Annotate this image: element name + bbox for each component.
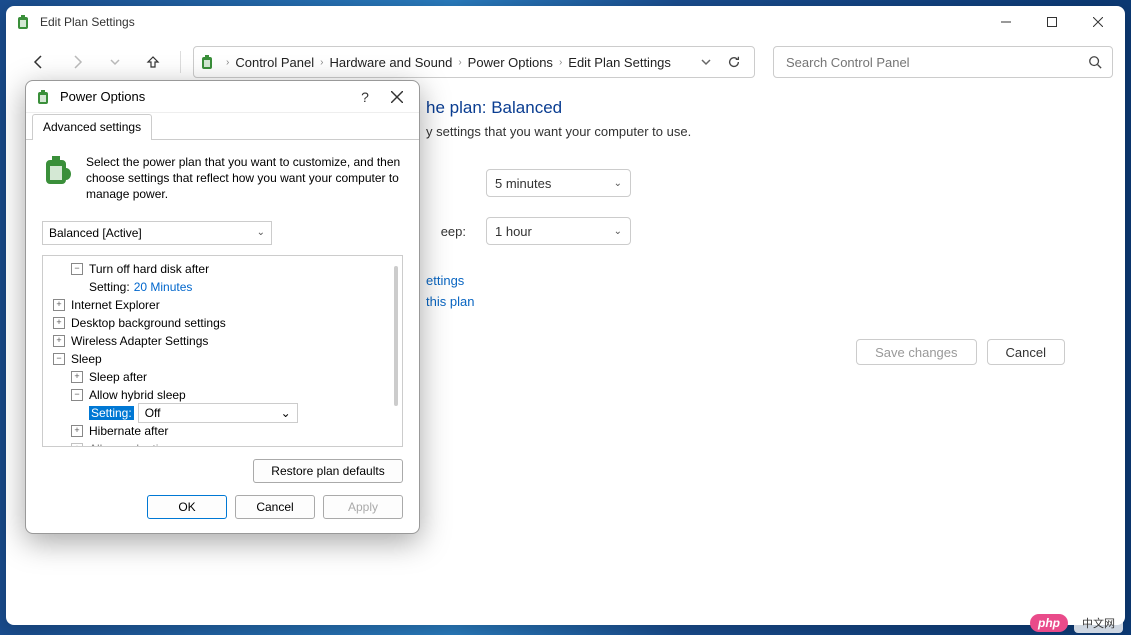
battery-icon <box>42 154 74 186</box>
breadcrumb-item[interactable]: Edit Plan Settings <box>564 55 675 70</box>
breadcrumb-item[interactable]: Control Panel <box>231 55 318 70</box>
sleep-timeout-row: eep: 1 hour ⌄ <box>426 217 1065 245</box>
watermark: php 中文网 <box>1030 613 1123 633</box>
help-button[interactable]: ? <box>349 83 381 111</box>
chevron-down-icon: ⌄ <box>614 226 622 237</box>
advanced-settings-link-row: ettings <box>426 273 1065 288</box>
cancel-button[interactable]: Cancel <box>987 339 1065 365</box>
expand-icon[interactable]: + <box>53 335 65 347</box>
expand-icon[interactable]: + <box>71 443 83 447</box>
tree-item-hybrid-sleep[interactable]: − Allow hybrid sleep <box>43 386 402 404</box>
page-subtitle: y settings that you want your computer t… <box>426 124 1065 139</box>
breadcrumb-item[interactable]: Hardware and Sound <box>325 55 456 70</box>
dialog-title: Power Options <box>60 89 349 104</box>
battery-icon <box>16 14 32 30</box>
tree-item-wireless[interactable]: + Wireless Adapter Settings <box>43 332 402 350</box>
dialog-body: Select the power plan that you want to c… <box>26 140 419 495</box>
dialog-close-button[interactable] <box>381 83 413 111</box>
chevron-down-icon: ⌄ <box>614 178 622 189</box>
refresh-button[interactable] <box>720 48 748 76</box>
nav-up-button[interactable] <box>138 47 168 77</box>
settings-tree[interactable]: − Turn off hard disk after Setting: 20 M… <box>42 255 403 447</box>
watermark-brand: php <box>1030 614 1068 632</box>
dialog-description-text: Select the power plan that you want to c… <box>86 154 403 203</box>
apply-button[interactable]: Apply <box>323 495 403 519</box>
dialog-titlebar: Power Options ? <box>26 81 419 113</box>
advanced-settings-link[interactable]: ettings <box>426 273 464 288</box>
restore-defaults-link-row: this plan <box>426 294 1065 309</box>
tree-item-hard-disk[interactable]: − Turn off hard disk after <box>43 260 402 278</box>
search-input[interactable] <box>784 54 1088 71</box>
window-title: Edit Plan Settings <box>40 15 135 29</box>
chevron-right-icon: › <box>318 57 325 68</box>
hybrid-sleep-dropdown[interactable]: Off ⌄ <box>138 403 298 423</box>
breadcrumb-bar[interactable]: › Control Panel › Hardware and Sound › P… <box>193 46 755 78</box>
footer-buttons: Save changes Cancel <box>426 339 1065 365</box>
expand-icon[interactable]: + <box>53 317 65 329</box>
watermark-text: 中文网 <box>1074 613 1123 633</box>
dialog-footer: OK Cancel Apply <box>26 495 419 533</box>
page-title: he plan: Balanced <box>426 98 1065 118</box>
selected-setting-key: Setting: <box>89 406 134 420</box>
plan-selector-value: Balanced [Active] <box>49 226 142 240</box>
search-bar[interactable] <box>773 46 1113 78</box>
sleep-timeout-dropdown[interactable]: 1 hour ⌄ <box>486 217 631 245</box>
scrollbar[interactable] <box>394 266 398 406</box>
expand-icon[interactable]: + <box>71 371 83 383</box>
battery-icon <box>200 54 216 70</box>
chevron-down-icon: ⌄ <box>257 227 265 238</box>
power-options-dialog: Power Options ? Advanced settings Select… <box>25 80 420 534</box>
chevron-right-icon: › <box>456 57 463 68</box>
dialog-description: Select the power plan that you want to c… <box>42 154 403 203</box>
dropdown-value: 1 hour <box>495 224 532 239</box>
chevron-right-icon: › <box>557 57 564 68</box>
restore-row: Restore plan defaults <box>42 459 403 483</box>
plan-selector-dropdown[interactable]: Balanced [Active] ⌄ <box>42 221 272 245</box>
minimize-button[interactable] <box>983 7 1029 37</box>
separator <box>180 51 181 73</box>
tree-item-sleep[interactable]: − Sleep <box>43 350 402 368</box>
collapse-icon[interactable]: − <box>71 263 83 275</box>
tree-item-hybrid-setting[interactable]: Setting: Off ⌄ <box>43 404 402 422</box>
cancel-button[interactable]: Cancel <box>235 495 315 519</box>
tree-item-hibernate[interactable]: + Hibernate after <box>43 422 402 440</box>
restore-defaults-link[interactable]: this plan <box>426 294 474 309</box>
battery-icon <box>36 89 52 105</box>
maximize-button[interactable] <box>1029 7 1075 37</box>
chevron-down-icon: ⌄ <box>281 406 291 420</box>
display-timeout-row: 5 minutes ⌄ <box>426 169 1065 197</box>
nav-back-button[interactable] <box>24 47 54 77</box>
ok-button[interactable]: OK <box>147 495 227 519</box>
nav-forward-button[interactable] <box>62 47 92 77</box>
tab-advanced-settings[interactable]: Advanced settings <box>32 114 152 140</box>
save-changes-button[interactable]: Save changes <box>856 339 976 365</box>
expand-icon[interactable]: + <box>71 425 83 437</box>
chevron-right-icon: › <box>224 57 231 68</box>
hard-disk-setting-value[interactable]: 20 Minutes <box>134 280 193 294</box>
collapse-icon[interactable]: − <box>71 389 83 401</box>
tree-item-wake-timer[interactable]: + Allow wake timer <box>43 440 402 447</box>
sleep-timeout-label: eep: <box>426 224 466 239</box>
dropdown-value: 5 minutes <box>495 176 551 191</box>
tree-item-ie[interactable]: + Internet Explorer <box>43 296 402 314</box>
dialog-tabs: Advanced settings <box>26 113 419 140</box>
collapse-icon[interactable]: − <box>53 353 65 365</box>
close-button[interactable] <box>1075 7 1121 37</box>
search-icon[interactable] <box>1088 55 1102 69</box>
tree-item-desktop-bg[interactable]: + Desktop background settings <box>43 314 402 332</box>
breadcrumb-item[interactable]: Power Options <box>464 55 557 70</box>
expand-icon[interactable]: + <box>53 299 65 311</box>
restore-defaults-button[interactable]: Restore plan defaults <box>253 459 403 483</box>
hybrid-sleep-value: Off <box>145 406 161 420</box>
tree-item-hard-disk-setting[interactable]: Setting: 20 Minutes <box>43 278 402 296</box>
breadcrumb-dropdown-button[interactable] <box>692 48 720 76</box>
titlebar: Edit Plan Settings <box>6 6 1125 38</box>
display-timeout-dropdown[interactable]: 5 minutes ⌄ <box>486 169 631 197</box>
nav-recent-button[interactable] <box>100 47 130 77</box>
tree-item-sleep-after[interactable]: + Sleep after <box>43 368 402 386</box>
